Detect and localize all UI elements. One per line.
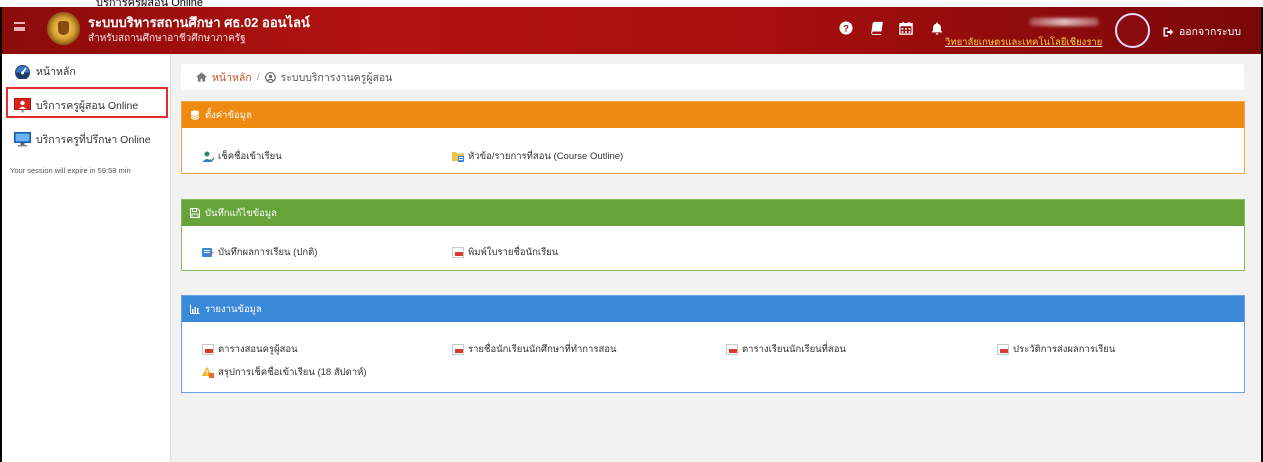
panel-header: ตั้งค่าข้อมูล (182, 102, 1244, 128)
panel-record: บันทึกแก้ไขข้อมูล บันทึกผลการเรียน (ปกติ… (181, 199, 1245, 271)
app-title: ระบบบริหารสถานศึกษา ศธ.02 ออนไลน์ (88, 15, 310, 30)
home-icon (196, 72, 207, 82)
breadcrumb-separator: / (256, 71, 260, 83)
link-student-timetable[interactable]: ตารางเรียนนักเรียนที่สอน (726, 342, 846, 357)
sidebar-item-teacher-online[interactable]: บริการครูผู้สอน Online (2, 90, 172, 121)
pdf-icon (997, 344, 1009, 355)
database-icon (190, 110, 200, 120)
sidebar-item-label: บริการครูที่ปรึกษา Online (36, 134, 151, 146)
session-timer: Your session will expire in 59:58 min (10, 166, 131, 175)
bell-icon[interactable] (930, 21, 944, 35)
user-circle-icon (264, 71, 276, 83)
logout-button[interactable]: ออกจากระบบ (1162, 23, 1241, 40)
link-student-list[interactable]: รายชื่อนักเรียนนักศึกษาที่ทำการสอน (452, 342, 616, 357)
menu-icon[interactable] (14, 22, 25, 31)
teacher-icon (14, 98, 31, 113)
pdf-icon (452, 247, 464, 258)
sidebar-item-label: บริการครูผู้สอน Online (36, 100, 139, 112)
app-subtitle: สำหรับสถานศึกษาอาชีวศึกษาภาครัฐ (88, 33, 246, 44)
book-icon[interactable] (869, 21, 883, 35)
link-course-outline[interactable]: หัวข้อ/รายการที่สอน (Course Outline) (452, 149, 623, 164)
sidebar-item-advisor-online[interactable]: บริการครูที่ปรึกษา Online (2, 124, 172, 155)
breadcrumb: หน้าหลัก / ระบบบริการงานครูผู้สอน (181, 64, 1244, 90)
svg-text:?: ? (843, 24, 849, 35)
top-cropped-text: บริการครูผู้สอน Online (0, 0, 1263, 7)
breadcrumb-current: ระบบบริการงานครูผู้สอน (280, 71, 393, 84)
user-name-redacted (1029, 18, 1099, 26)
warning-icon (202, 367, 214, 378)
panel-header: รายงานข้อมูล (182, 296, 1244, 322)
link-record-grades[interactable]: บันทึกผลการเรียน (ปกติ) (202, 245, 317, 260)
breadcrumb-home-link[interactable]: หน้าหลัก (212, 69, 252, 86)
school-logo (47, 12, 80, 45)
user-check-icon (202, 151, 215, 162)
bar-chart-icon (190, 304, 200, 314)
panel-title: บันทึกแก้ไขข้อมูล (205, 207, 277, 219)
help-icon[interactable]: ? (839, 21, 853, 35)
link-grade-submission-history[interactable]: ประวัติการส่งผลการเรียน (997, 342, 1115, 357)
dashboard-icon (14, 64, 31, 80)
panel-header: บันทึกแก้ไขข้อมูล (182, 200, 1244, 226)
top-navbar: ระบบบริหารสถานศึกษา ศธ.02 ออนไลน์ สำหรับ… (0, 7, 1263, 54)
panel-title: ตั้งค่าข้อมูล (205, 109, 252, 121)
link-teaching-schedule[interactable]: ตารางสอนครูผู้สอน (202, 342, 298, 357)
panel-settings: ตั้งค่าข้อมูล เช็คชื่อเข้าเรียน หัวข้อ/ร… (181, 101, 1245, 174)
pdf-icon (202, 344, 214, 355)
panel-title: รายงานข้อมูล (205, 303, 262, 315)
sidebar-item-home[interactable]: หน้าหลัก (2, 56, 172, 87)
sidebar: หน้าหลัก บริการครูผู้สอน Online บริการคร… (0, 54, 171, 462)
link-print-student-list[interactable]: พิมพ์ใบรายชื่อนักเรียน (452, 245, 558, 260)
panel-report: รายงานข้อมูล ตารางสอนครูผู้สอน รายชื่อนั… (181, 295, 1245, 393)
monitor-icon (14, 132, 31, 147)
college-name[interactable]: วิทยาลัยเกษตรและเทคโนโลยีเชียงราย (945, 35, 1102, 50)
link-attendance[interactable]: เช็คชื่อเข้าเรียน (202, 149, 282, 164)
save-icon (190, 208, 200, 218)
sidebar-item-label: หน้าหลัก (36, 66, 76, 78)
main-content: หน้าหลัก / ระบบบริการงานครูผู้สอน ตั้งค่… (171, 54, 1263, 462)
pdf-icon (452, 344, 464, 355)
edit-icon (202, 247, 214, 258)
logout-label: ออกจากระบบ (1179, 26, 1241, 38)
calendar-icon[interactable] (899, 21, 913, 35)
pdf-icon (726, 344, 738, 355)
avatar[interactable] (1115, 13, 1150, 48)
sign-out-icon (1163, 27, 1174, 36)
link-attendance-summary[interactable]: สรุปการเช็คชื่อเข้าเรียน (18 สัปดาห์) (202, 365, 367, 380)
folder-icon (452, 151, 464, 162)
